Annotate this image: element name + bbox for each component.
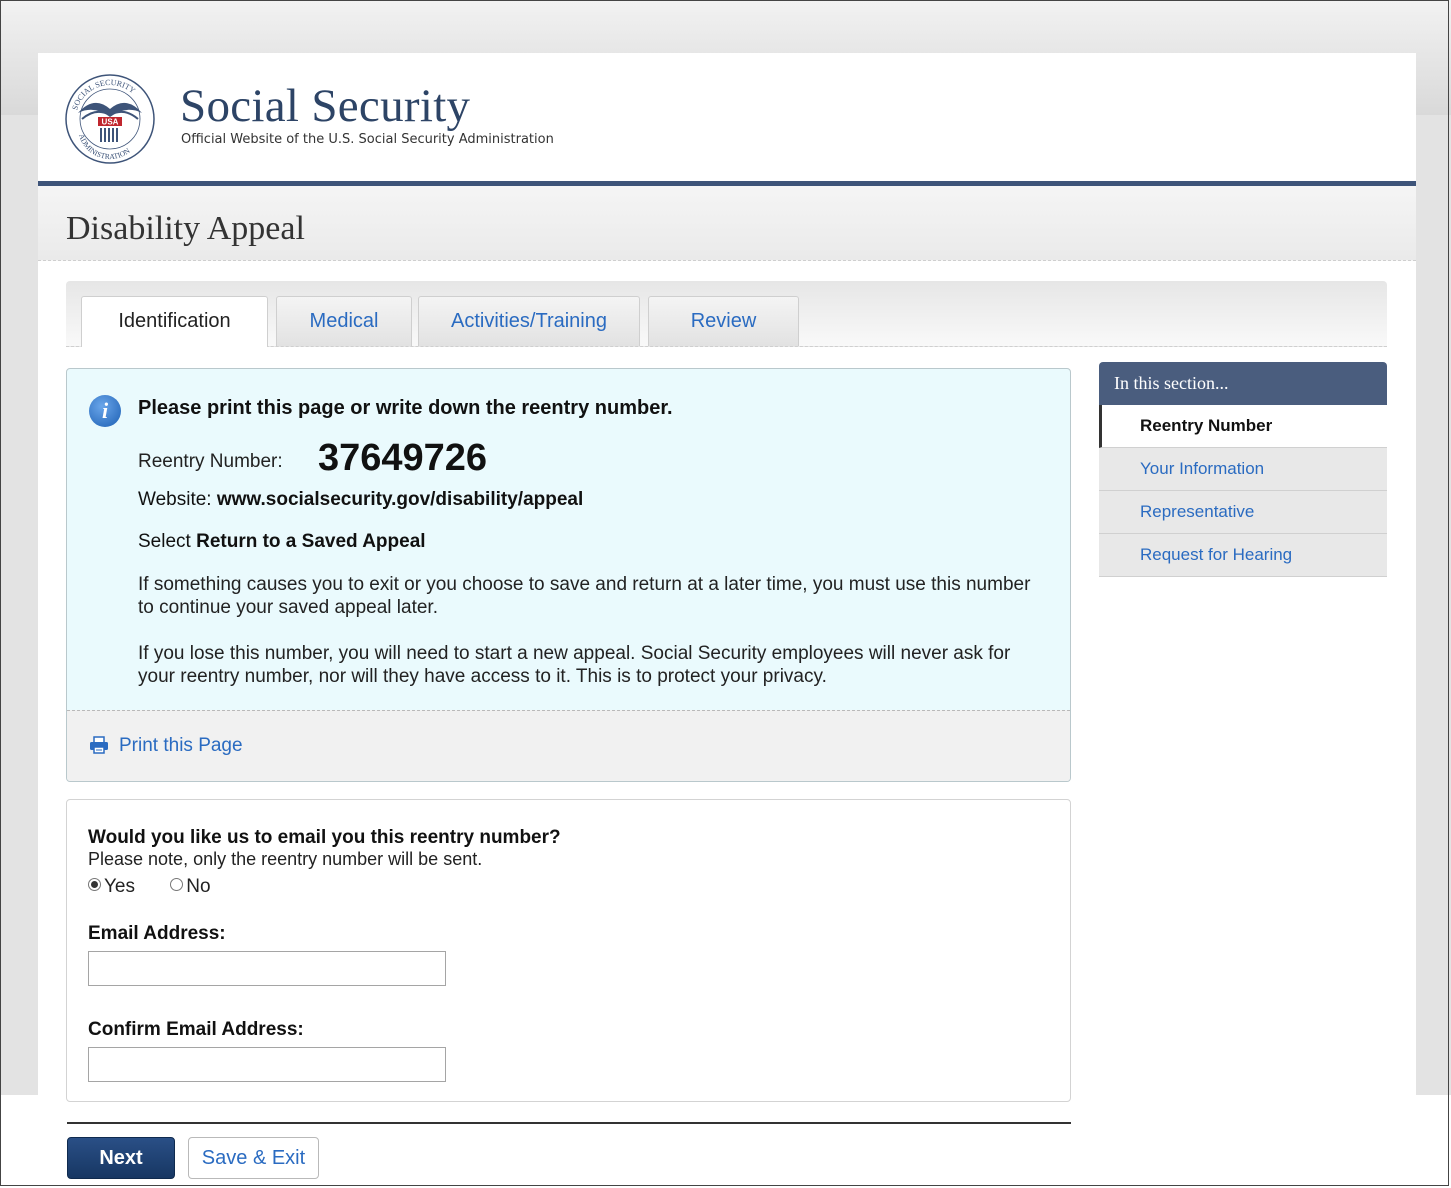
site-subtitle: Official Website of the U.S. Social Secu…: [181, 132, 554, 147]
select-line: Select Return to a Saved Appeal: [138, 531, 426, 553]
email-address-input[interactable]: [88, 951, 446, 986]
site-header: USA SOCIAL SECURITY ADMINISTRATION Socia…: [38, 53, 1416, 186]
radio-no-label[interactable]: No: [186, 876, 210, 897]
sidebar-item-representative[interactable]: Representative: [1099, 491, 1387, 534]
sidebar-item-reentry-number[interactable]: Reentry Number: [1099, 405, 1387, 448]
sidebar-item-your-information[interactable]: Your Information: [1099, 448, 1387, 491]
info-box-footer: Print this Page: [67, 710, 1070, 781]
tab-review[interactable]: Review: [648, 296, 799, 346]
email-question-note: Please note, only the reentry number wil…: [88, 849, 483, 869]
section-sidebar: In this section... Reentry Number Your I…: [1099, 362, 1387, 578]
website-url: www.socialsecurity.gov/disability/appeal: [216, 489, 584, 510]
email-choice-group: Yes No: [88, 876, 211, 898]
radio-yes-label[interactable]: Yes: [104, 876, 135, 897]
email-address-label: Email Address:: [88, 923, 226, 944]
site-title[interactable]: Social Security: [180, 79, 470, 133]
page-title-bar: Disability Appeal: [38, 186, 1416, 261]
page-card: USA SOCIAL SECURITY ADMINISTRATION Socia…: [38, 53, 1416, 1102]
print-page-link[interactable]: Print this Page: [89, 735, 243, 757]
tab-medical[interactable]: Medical: [276, 296, 412, 346]
website-label: Website:: [138, 489, 212, 510]
page-title: Disability Appeal: [66, 210, 305, 247]
save-exit-button[interactable]: Save & Exit: [188, 1137, 319, 1179]
footer-divider: [67, 1122, 1071, 1124]
email-question: Would you like us to email you this reen…: [88, 827, 561, 848]
reentry-info-box: i Please print this page or write down t…: [66, 368, 1071, 782]
print-page-label[interactable]: Print this Page: [119, 735, 243, 756]
radio-yes[interactable]: Yes: [88, 876, 135, 897]
info-heading: Please print this page or write down the…: [138, 397, 673, 419]
svg-text:USA: USA: [102, 118, 119, 127]
ssa-seal-logo: USA SOCIAL SECURITY ADMINISTRATION: [65, 74, 155, 164]
sidebar-item-request-for-hearing[interactable]: Request for Hearing: [1099, 534, 1387, 577]
email-reentry-box: Would you like us to email you this reen…: [66, 799, 1071, 1102]
select-value: Return to a Saved Appeal: [196, 531, 426, 552]
radio-yes-circle[interactable]: [88, 878, 101, 891]
radio-no-circle[interactable]: [170, 878, 184, 891]
website-line: Website: www.socialsecurity.gov/disabili…: [138, 489, 583, 511]
sidebar-title: In this section...: [1099, 362, 1387, 405]
section-tabs: Identification Medical Activities/Traini…: [66, 281, 1387, 347]
reentry-number-label: Reentry Number:: [138, 451, 283, 472]
confirm-email-label: Confirm Email Address:: [88, 1019, 304, 1040]
tab-activities-training[interactable]: Activities/Training: [418, 296, 640, 346]
next-button[interactable]: Next: [67, 1137, 175, 1179]
confirm-email-input[interactable]: [88, 1047, 446, 1082]
info-paragraph-privacy: If you lose this number, you will need t…: [138, 643, 1011, 687]
info-icon: i: [89, 395, 121, 427]
reentry-number-value: 37649726: [318, 437, 488, 479]
info-paragraph-save: If something causes you to exit or you c…: [138, 574, 1031, 618]
radio-no[interactable]: No: [170, 876, 211, 897]
tab-identification[interactable]: Identification: [81, 296, 268, 347]
printer-icon: [90, 736, 108, 754]
select-label: Select: [138, 531, 191, 552]
